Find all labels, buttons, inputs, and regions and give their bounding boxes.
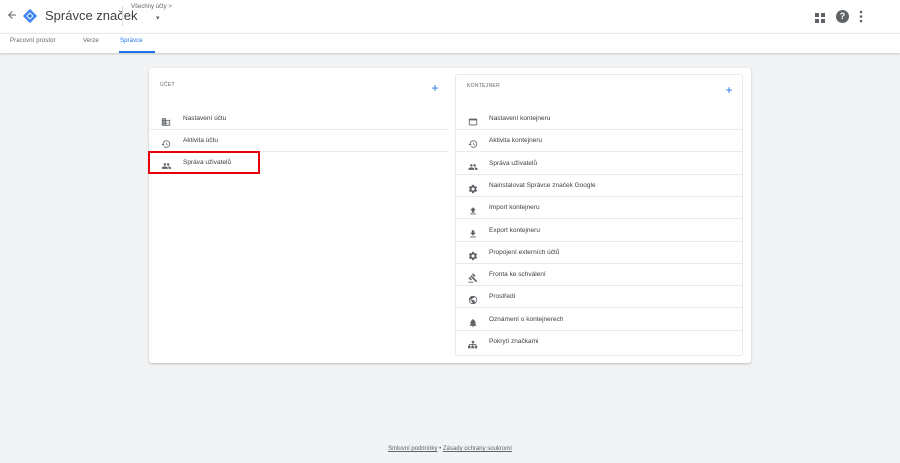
container-row[interactable]: Oznámení o kontejnerech xyxy=(456,309,743,331)
container-row-label: Fronta ke schválení xyxy=(489,271,546,279)
gear-icon xyxy=(468,181,478,194)
building-icon xyxy=(161,114,171,126)
more-vert-icon[interactable] xyxy=(859,10,863,23)
account-column: ÚČET + Nastavení účtu Aktivita účtu Sprá… xyxy=(149,68,449,363)
globe-icon xyxy=(468,292,478,305)
account-row-label: Nastavení účtu xyxy=(183,115,227,122)
container-row[interactable]: Aktivita kontejneru xyxy=(456,130,743,153)
privacy-link[interactable]: Zásady ochrany soukromí xyxy=(443,446,512,452)
container-row-label: Oznámení o kontejnerech xyxy=(489,315,564,323)
app-title[interactable]: Správce značek xyxy=(45,8,138,23)
tag-manager-logo-icon[interactable] xyxy=(22,8,38,24)
highlight-box xyxy=(148,151,260,174)
container-row[interactable]: Nainstalovat Správce značek Google xyxy=(456,175,743,197)
gear-icon xyxy=(468,248,478,260)
add-account-button[interactable]: + xyxy=(429,82,441,94)
container-row-label: Import kontejneru xyxy=(489,204,540,212)
account-row-label: Aktivita účtu xyxy=(183,137,219,144)
arrow-back-icon[interactable] xyxy=(5,9,19,23)
chevron-down-icon[interactable]: ▾ xyxy=(156,14,160,22)
account-section-title: ÚČET xyxy=(160,82,175,88)
bell-icon xyxy=(468,315,478,327)
container-row-label: Nastavení kontejneru xyxy=(489,115,551,122)
active-tab-indicator xyxy=(119,51,155,53)
container-row[interactable]: Nastavení kontejneru xyxy=(456,108,743,130)
download-icon xyxy=(468,226,478,237)
container-row[interactable]: Export kontejneru xyxy=(456,220,743,242)
history-icon xyxy=(161,136,171,148)
container-row[interactable]: Propojení externích účtů xyxy=(456,242,743,264)
footer: Smluvní podmínky • Zásady ochrany soukro… xyxy=(0,446,900,452)
container-row-label: Aktivita kontejneru xyxy=(489,137,543,145)
people-icon xyxy=(468,159,478,170)
tab-workspace[interactable]: Pracovní prostor xyxy=(10,38,56,44)
terms-link[interactable]: Smluvní podmínky xyxy=(388,446,437,452)
container-row-label: Propojení externích účtů xyxy=(489,248,560,256)
header-divider xyxy=(122,6,123,26)
upload-icon xyxy=(468,203,478,215)
tab-bar: Pracovní prostor Verze Správce xyxy=(0,33,900,53)
tab-versions[interactable]: Verze xyxy=(83,38,99,44)
tab-admin[interactable]: Správce xyxy=(120,38,143,44)
container-row[interactable]: Import kontejneru xyxy=(456,197,743,220)
container-row-label: Export kontejneru xyxy=(489,226,540,234)
container-row-label: Prostředí xyxy=(489,293,516,301)
add-container-button[interactable]: + xyxy=(723,84,735,96)
container-row[interactable]: Fronta ke schválení xyxy=(456,264,743,287)
account-row-activity[interactable]: Aktivita účtu xyxy=(149,130,449,152)
container-row-label: Pokrytí značkami xyxy=(489,338,539,345)
container-row-label: Nainstalovat Správce značek Google xyxy=(489,181,596,189)
window-icon xyxy=(468,114,478,126)
gavel-icon xyxy=(468,270,478,283)
account-selector-label[interactable]: Všechny účty > xyxy=(131,4,172,10)
footer-separator: • xyxy=(439,446,442,452)
sitemap-icon xyxy=(468,337,478,349)
apps-grid-icon[interactable] xyxy=(815,11,826,23)
container-row[interactable]: Pokrytí značkami xyxy=(456,331,743,353)
container-row-label: Správa uživatelů xyxy=(489,159,538,167)
container-row[interactable]: Prostředí xyxy=(456,286,743,309)
history-icon xyxy=(468,136,478,149)
container-row[interactable]: Správa uživatelů xyxy=(456,153,743,175)
account-row-settings[interactable]: Nastavení účtu xyxy=(149,108,449,130)
container-section-title: KONTEJNER xyxy=(467,83,500,89)
top-app-bar: Správce značek Všechny účty > ▾ ? xyxy=(0,0,900,33)
help-icon[interactable]: ? xyxy=(836,10,849,23)
